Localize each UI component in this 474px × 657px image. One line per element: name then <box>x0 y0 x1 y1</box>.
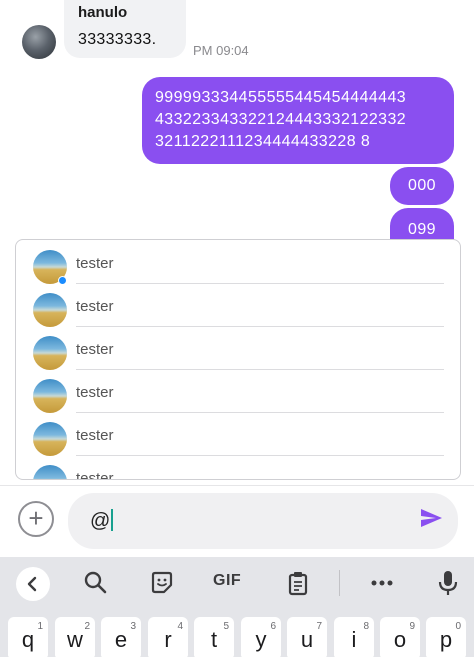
user-avatar <box>33 336 67 370</box>
key-label: r <box>164 627 172 652</box>
outgoing-message-text: 099 <box>408 221 436 238</box>
keyboard-toolbar: GIF <box>0 557 474 609</box>
mention-user-name: tester <box>76 255 114 272</box>
key-label: t <box>210 627 218 652</box>
key-label: o <box>393 627 407 652</box>
key-label: y <box>255 627 267 652</box>
send-icon[interactable] <box>418 506 444 530</box>
message-input[interactable]: @ <box>68 493 458 549</box>
search-icon[interactable] <box>82 569 110 597</box>
sender-avatar[interactable] <box>22 25 56 59</box>
message-input-value: @ <box>90 509 114 533</box>
chat-area: hanulo 33333333. PM 09:04 99999333445555… <box>0 0 474 485</box>
user-avatar <box>33 422 67 456</box>
outgoing-message-bubble[interactable]: 000 <box>390 167 454 205</box>
incoming-message-bubble[interactable]: hanulo 33333333. <box>64 0 186 58</box>
key-y[interactable]: 6y <box>241 617 281 657</box>
key-label: e <box>114 627 128 652</box>
mention-item[interactable]: tester <box>16 455 460 480</box>
mention-user-name: tester <box>76 341 114 358</box>
key-o[interactable]: 9o <box>380 617 420 657</box>
key-u[interactable]: 7u <box>287 617 327 657</box>
keyboard-letter-row: 1q 2w 3e 4r 5t 6y 7u 8i 9o 0p <box>0 609 474 657</box>
mention-user-name: tester <box>76 298 114 315</box>
mention-user-name: tester <box>76 470 114 480</box>
clipboard-icon[interactable] <box>284 569 312 597</box>
incoming-message-text: 33333333. <box>78 31 157 48</box>
mention-item[interactable]: tester <box>16 369 460 413</box>
mention-item[interactable]: tester <box>16 283 460 327</box>
outgoing-message-bubble[interactable]: 999993334455555445454444443 433223343322… <box>142 77 454 164</box>
key-r[interactable]: 4r <box>148 617 188 657</box>
mention-user-name: tester <box>76 427 114 444</box>
key-w[interactable]: 2w <box>55 617 95 657</box>
toolbar-divider <box>339 570 340 596</box>
sticker-icon[interactable] <box>148 569 176 597</box>
key-q[interactable]: 1q <box>8 617 48 657</box>
outgoing-message-line: 3211222111234444433228 8 <box>155 133 371 150</box>
mention-suggestion-list: tester tester tester tester tester teste… <box>15 239 461 480</box>
message-composer: + @ <box>0 485 474 557</box>
key-p[interactable]: 0p <box>426 617 466 657</box>
mention-user-name: tester <box>76 384 114 401</box>
sender-name: hanulo <box>78 4 128 21</box>
mention-item[interactable]: tester <box>16 240 460 285</box>
key-e[interactable]: 3e <box>101 617 141 657</box>
key-i[interactable]: 8i <box>334 617 374 657</box>
more-options-icon[interactable] <box>368 569 396 597</box>
add-attachment-button[interactable]: + <box>18 501 54 537</box>
key-label: q <box>21 627 35 652</box>
key-label: u <box>300 627 314 652</box>
outgoing-message-line: 433223343322124443332122332 <box>155 111 407 128</box>
gif-button[interactable]: GIF <box>213 572 241 590</box>
outgoing-message-text: 000 <box>408 177 436 194</box>
mention-item[interactable]: tester <box>16 412 460 456</box>
key-t[interactable]: 5t <box>194 617 234 657</box>
mention-item[interactable]: tester <box>16 326 460 370</box>
message-timestamp: PM 09:04 <box>193 43 249 58</box>
plus-icon: + <box>28 503 44 533</box>
microphone-icon[interactable] <box>434 569 462 597</box>
key-label: p <box>439 627 453 652</box>
user-avatar <box>33 465 67 479</box>
key-label: w <box>67 627 83 652</box>
key-label: i <box>351 627 357 652</box>
text-caret <box>111 509 114 531</box>
user-avatar <box>33 293 67 327</box>
outgoing-message-line: 999993334455555445454444443 <box>155 89 407 106</box>
chevron-left-icon <box>27 576 37 592</box>
user-avatar <box>33 379 67 413</box>
keyboard-back-button[interactable] <box>16 567 50 601</box>
